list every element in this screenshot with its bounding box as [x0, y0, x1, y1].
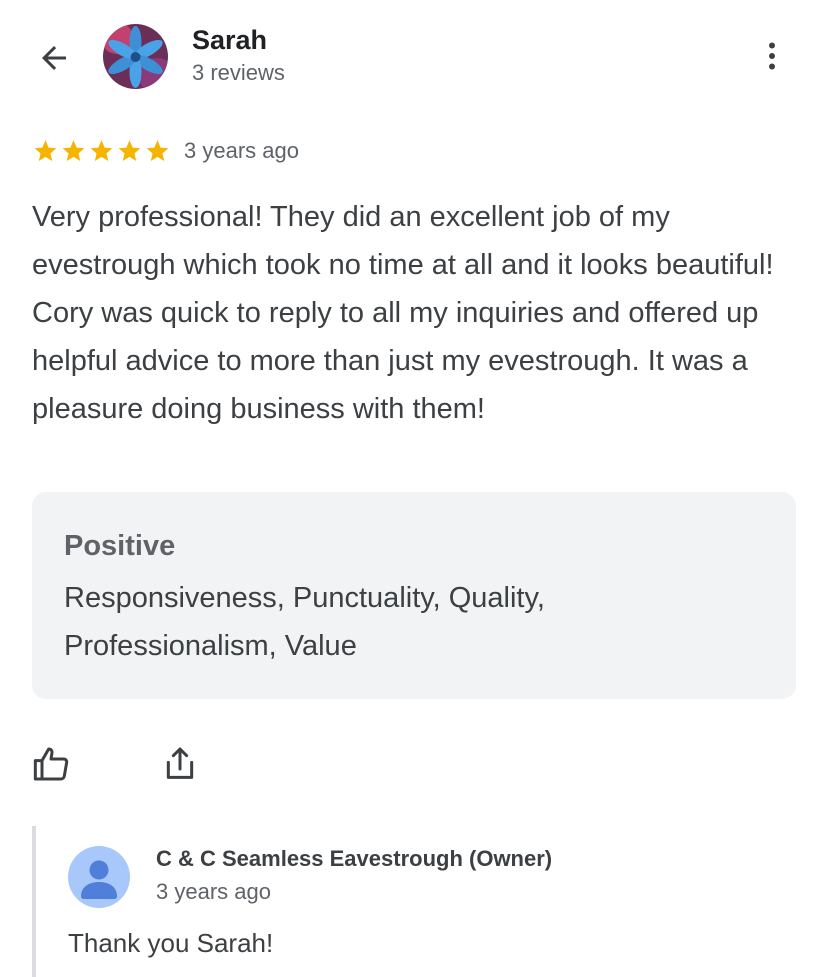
share-button[interactable] [154, 738, 206, 790]
reply-divider [32, 826, 36, 977]
star-icon [90, 140, 113, 161]
owner-name: C & C Seamless Eavestrough (Owner) [156, 846, 553, 871]
star-icon [34, 140, 57, 161]
back-button[interactable] [30, 34, 78, 82]
arrow-left-icon [42, 46, 66, 70]
more-options-button[interactable] [748, 32, 796, 80]
star-icon [146, 140, 169, 161]
reviewer-avatar[interactable] [103, 24, 168, 89]
more-vert-icon [769, 42, 775, 70]
attributes-title: Positive [64, 530, 176, 562]
owner-avatar [68, 846, 130, 908]
person-icon [81, 860, 117, 899]
review-text: Very professional! They did an excellent… [32, 201, 774, 425]
attributes-list: Responsiveness, Punctuality, Quality, Pr… [64, 582, 545, 662]
like-button[interactable] [26, 738, 78, 790]
star-icon [62, 140, 85, 161]
review-detail-page: Sarah 3 reviews 3 years ago Very profess… [0, 0, 828, 977]
share-icon [166, 747, 194, 779]
reviewer-name[interactable]: Sarah [192, 25, 267, 56]
star-icon [118, 140, 141, 161]
owner-reply-text: Thank you Sarah! [68, 928, 274, 958]
review-time: 3 years ago [184, 138, 299, 163]
attributes-box: Positive Responsiveness, Punctuality, Qu… [32, 492, 796, 699]
reviewer-review-count: 3 reviews [192, 60, 285, 85]
owner-reply-time: 3 years ago [156, 879, 271, 904]
thumb-up-icon [33, 747, 69, 781]
star-rating [32, 138, 171, 164]
